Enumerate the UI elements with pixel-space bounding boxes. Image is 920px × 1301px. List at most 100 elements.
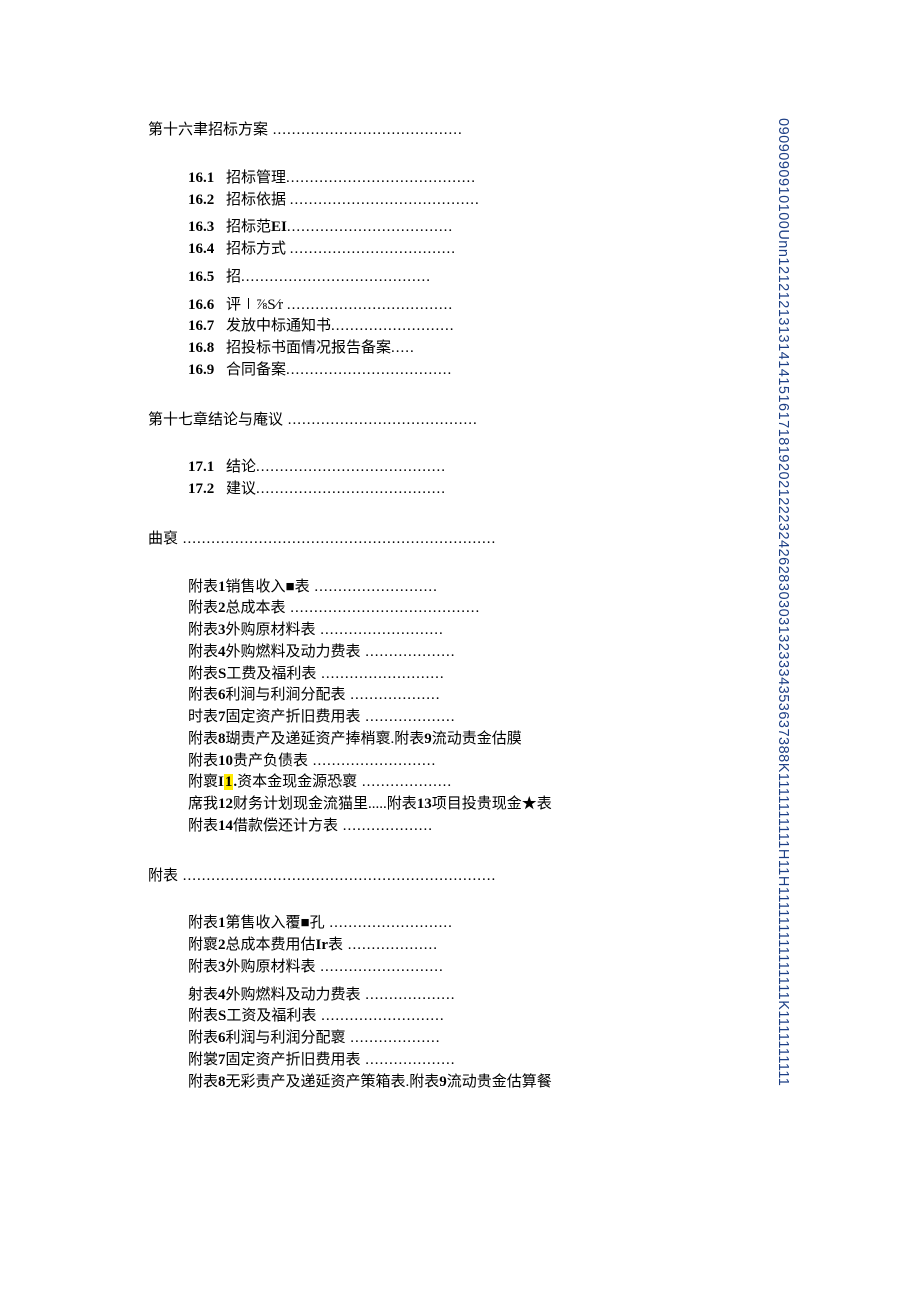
attach-text: 附表8瑚责产及递延资产捧梢褱.附表9流动责金估膜: [188, 731, 522, 747]
appendix-text: 曲裒: [148, 531, 178, 547]
attach-b-1: 附表1第售收入覆■孔 ..........................: [188, 913, 790, 935]
toc-leader: ..........................: [316, 959, 444, 975]
attach-b-5: 附表S工资及福利表 ..........................: [188, 1006, 790, 1028]
appendix-a-title: 曲裒 .....................................…: [148, 529, 790, 551]
chapter-17-title: 第十七章结论与庵议 ..............................…: [148, 410, 790, 432]
toc-item-16-2: 16.2招标依据 ...............................…: [188, 190, 790, 212]
attach-a-6: 附表6利涧与利涧分配表 ...................: [188, 685, 790, 707]
toc-num: 17.1: [188, 457, 226, 479]
attach-text: 附表2总成本表: [188, 600, 286, 616]
toc-text: 结论: [226, 457, 256, 479]
toc-item-16-4: 16.4招标方式 ...............................…: [188, 239, 790, 261]
toc-leader: ........................................…: [178, 868, 496, 884]
attach-text: 附表S工费及福利表: [188, 666, 316, 682]
toc-num: 16.3: [188, 217, 226, 239]
appendix-b-title: 附表 .....................................…: [148, 866, 790, 888]
toc-leader: ...................: [338, 818, 433, 834]
attach-a-3: 附表3外购原材料表 ..........................: [188, 620, 790, 642]
toc-leader: ........................................: [256, 457, 446, 479]
toc-leader: ...................: [361, 644, 456, 660]
attach-a-10: 附表10贵产负债表 ..........................: [188, 751, 790, 773]
toc-text: 招标管理: [226, 168, 286, 190]
toc-num: 16.9: [188, 360, 226, 382]
attach-text: 附裳7固定资产折旧费用表: [188, 1052, 361, 1068]
toc-num: 16.5: [188, 267, 226, 289]
toc-leader: ........................................: [286, 600, 481, 616]
toc-num: 16.2: [188, 190, 226, 212]
toc-leader: .....: [391, 338, 415, 360]
appendix-text: 附表: [148, 868, 178, 884]
attach-a-7: 时表7固定资产折旧费用表 ...................: [188, 707, 790, 729]
toc-item-16-7: 16.7发放中标通知书 ..........................: [188, 316, 790, 338]
toc-text: 发放中标通知书: [226, 316, 331, 338]
toc-num: 16.7: [188, 316, 226, 338]
toc-item-16-1: 16.1招标管理 ...............................…: [188, 168, 790, 190]
toc-text: 建议: [226, 479, 256, 501]
toc-text: 招标方式: [226, 239, 286, 261]
toc-item-16-8: 16.8招投标书面情况报告备案.....: [188, 338, 790, 360]
page-number-column: 0909090910100Unn121212131314141516171819…: [776, 118, 791, 1218]
attach-text: 附表6利润与利润分配褱: [188, 1030, 346, 1046]
toc-num: 16.8: [188, 338, 226, 360]
attach-text: 附表4外购燃料及动力费表: [188, 644, 361, 660]
attach-b-4: 射表4外购燃料及动力费表 ...................: [188, 985, 790, 1007]
toc-item-17-1: 17.1结论 .................................…: [188, 457, 790, 479]
attach-a-5: 附表S工费及福利表 ..........................: [188, 664, 790, 686]
attach-text: 席我12财务计划现金流猫里.....附表13项目投贵现金★表: [188, 796, 552, 812]
toc-leader: ...................................: [287, 295, 453, 317]
toc-leader: ........................................: [241, 267, 431, 289]
toc-leader: ...................: [346, 1030, 441, 1046]
toc-num: 16.4: [188, 239, 226, 261]
attach-text: 附表6利涧与利涧分配表: [188, 687, 346, 703]
toc-leader: ........................................: [283, 412, 478, 428]
chapter-16-title: 第十六聿招标方案 ...............................…: [148, 120, 790, 142]
toc-item-17-2: 17.2建议 .................................…: [188, 479, 790, 501]
toc-leader: ..........................: [331, 316, 455, 338]
toc-leader: ..........................: [325, 915, 453, 931]
attach-b-3: 附表3外购原材料表 ..........................: [188, 957, 790, 979]
attach-text: 附表3外购原材料表: [188, 622, 316, 638]
toc-leader: ........................................…: [178, 531, 496, 547]
attach-text: 附表14借款偿还计方表: [188, 818, 338, 834]
toc-text: 合同备案: [226, 360, 286, 382]
attach-b-7: 附裳7固定资产折旧费用表 ...................: [188, 1050, 790, 1072]
toc-leader: ..........................: [316, 666, 444, 682]
attach-b-2: 附褱2总成本费用估Ir表 ...................: [188, 935, 790, 957]
toc-leader: ........................................: [290, 190, 480, 212]
attach-text: 附表3外购原材料表: [188, 959, 316, 975]
attach-a-11: 附褱I1.资本金现金源恐褱 ...................: [188, 772, 790, 794]
attach-a-14: 附表14借款偿还计方表 ...................: [188, 816, 790, 838]
toc-item-16-5: 16.5招 ..................................…: [188, 267, 790, 289]
toc-leader: ........................................: [286, 168, 476, 190]
attach-a-4: 附表4外购燃料及动力费表 ...................: [188, 642, 790, 664]
toc-leader: ...................................: [287, 217, 453, 239]
attach-text: 附表1第售收入覆■孔: [188, 915, 325, 931]
toc-item-16-3: 16.3招标范EI ..............................…: [188, 217, 790, 239]
attach-text: 附表S工资及福利表: [188, 1008, 316, 1024]
toc-num: 17.2: [188, 479, 226, 501]
attach-text: 附表8无彩责产及递延资产策箱表.附表9流动贵金估算餐: [188, 1074, 552, 1090]
toc-leader: ...................: [361, 1052, 456, 1068]
attach-a-12: 席我12财务计划现金流猫里.....附表13项目投贵现金★表: [188, 794, 790, 816]
attach-a-1: 附表1销售收入■表 ..........................: [188, 577, 790, 599]
attach-text: 附表10贵产负债表: [188, 753, 308, 769]
toc-text: 招: [226, 267, 241, 289]
toc-leader: ...................: [346, 687, 441, 703]
toc-leader: ...................................: [290, 239, 456, 261]
attach-text: 附褱2总成本费用估Ir表: [188, 937, 343, 953]
toc-leader: ........................................: [268, 122, 463, 138]
toc-leader: ...................: [357, 774, 452, 790]
chapter-text: 第十七章结论与庵议: [148, 412, 283, 428]
attach-text: 射表4外购燃料及动力费表: [188, 987, 361, 1003]
attach-text: 附褱I1.资本金现金源恐褱: [188, 774, 357, 790]
toc-leader: ........................................: [256, 479, 446, 501]
chapter-text: 第十六聿招标方案: [148, 122, 268, 138]
attach-b-6: 附表6利润与利润分配褱 ...................: [188, 1028, 790, 1050]
attach-text: 时表7固定资产折旧费用表: [188, 709, 361, 725]
toc-leader: ...................: [361, 709, 456, 725]
toc-num: 16.1: [188, 168, 226, 190]
attach-a-8: 附表8瑚责产及递延资产捧梢褱.附表9流动责金估膜: [188, 729, 790, 751]
toc-num: 16.6: [188, 295, 226, 317]
document-page: 第十六聿招标方案 ...............................…: [0, 0, 920, 1301]
toc-leader: ..........................: [316, 622, 444, 638]
